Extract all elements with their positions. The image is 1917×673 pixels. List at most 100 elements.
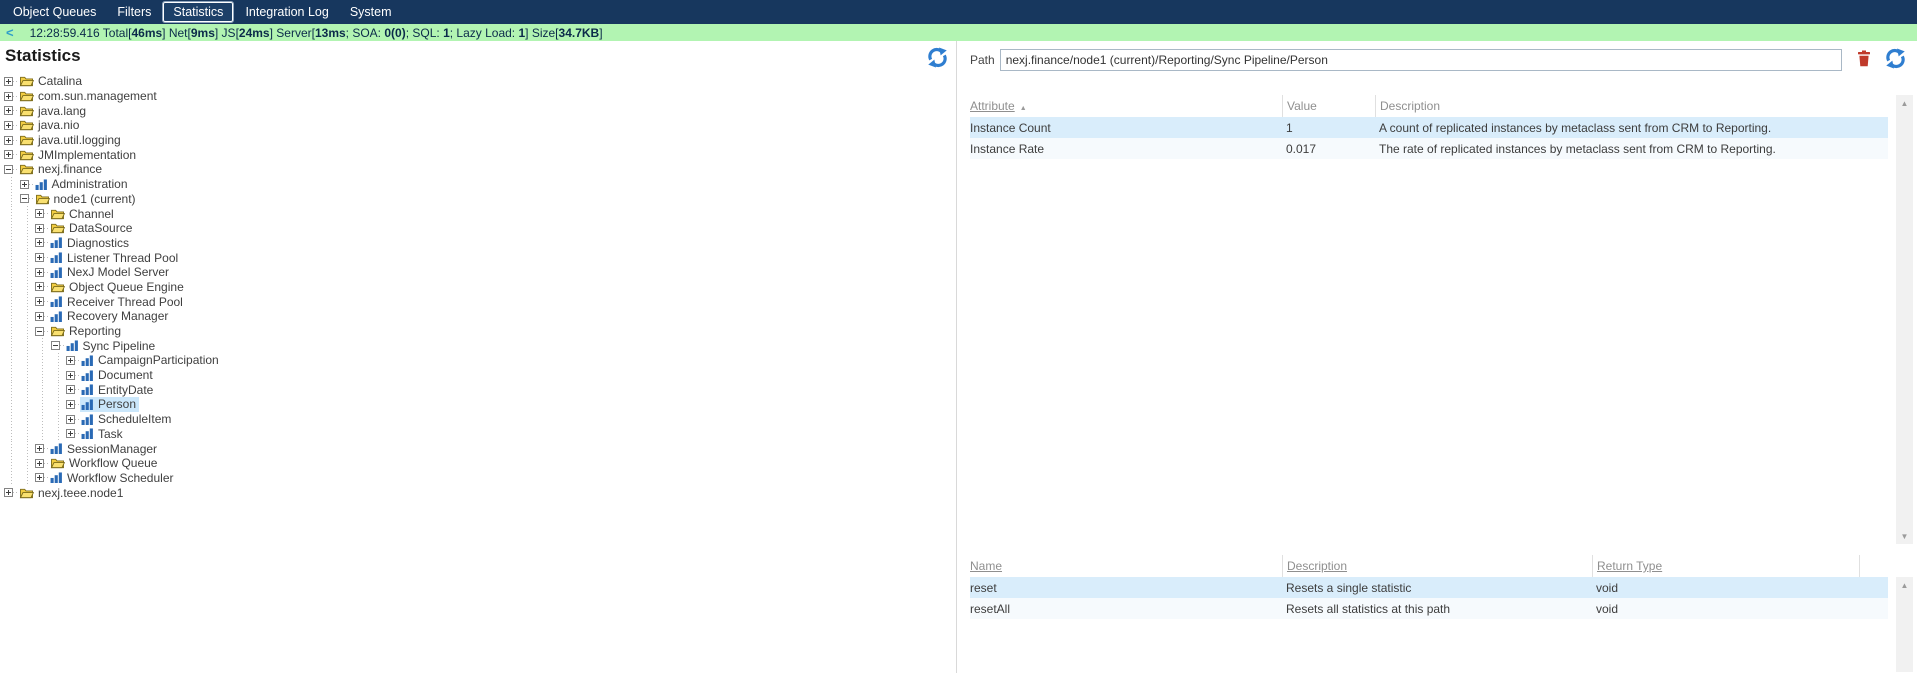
expand-icon[interactable] [35, 224, 44, 233]
expand-icon[interactable] [35, 297, 44, 306]
tree-node-content[interactable]: SessionManager [49, 441, 160, 456]
tree-node-content[interactable]: com.sun.management [18, 89, 160, 104]
tree-node-com-sun-management[interactable]: com.sun.management [0, 89, 956, 104]
tree-node-content[interactable]: Listener Thread Pool [49, 250, 181, 265]
collapse-icon[interactable] [20, 194, 29, 203]
detail-refresh-button[interactable] [1885, 48, 1906, 72]
tree-node-content[interactable]: NexJ Model Server [49, 265, 172, 280]
column-header-value[interactable]: Value [1282, 95, 1375, 117]
tree-node-content[interactable]: Document [80, 368, 156, 383]
column-header-name[interactable]: Name [970, 559, 1282, 573]
tree-node-content[interactable]: Reporting [49, 324, 124, 339]
tree-node-content[interactable]: Workflow Queue [49, 456, 160, 471]
tree-node-recovery-manager[interactable]: Recovery Manager [0, 309, 956, 324]
expand-icon[interactable] [4, 106, 13, 115]
attributes-scrollbar[interactable]: ▲ ▼ [1896, 95, 1913, 544]
column-header-return-type[interactable]: Return Type [1592, 555, 1859, 577]
tree-node-document[interactable]: Document [0, 368, 956, 383]
collapse-icon[interactable] [51, 341, 60, 350]
tree-node-java-util-logging[interactable]: java.util.logging [0, 133, 956, 148]
tree-node-sessionmanager[interactable]: SessionManager [0, 441, 956, 456]
tree-node-content[interactable]: Person [80, 397, 139, 412]
tree-node-diagnostics[interactable]: Diagnostics [0, 236, 956, 251]
column-header-description[interactable]: Description [1375, 95, 1888, 117]
tree-node-content[interactable]: node1 (current) [34, 192, 139, 207]
expand-icon[interactable] [66, 371, 75, 380]
tree-node-content[interactable]: Task [80, 427, 126, 442]
tree-node-content[interactable]: Channel [49, 206, 117, 221]
tree-node-java-nio[interactable]: java.nio [0, 118, 956, 133]
expand-icon[interactable] [66, 429, 75, 438]
operations-scrollbar[interactable]: ▲ [1896, 577, 1913, 672]
menu-item-integration-log[interactable]: Integration Log [236, 3, 337, 21]
tree-node-content[interactable]: Diagnostics [49, 236, 132, 251]
tree-node-reporting[interactable]: Reporting [0, 324, 956, 339]
tree-node-campaignparticipation[interactable]: CampaignParticipation [0, 353, 956, 368]
expand-icon[interactable] [66, 400, 75, 409]
scroll-up-icon[interactable]: ▲ [1896, 95, 1913, 111]
collapse-icon[interactable] [35, 327, 44, 336]
tree-node-content[interactable]: Object Queue Engine [49, 280, 187, 295]
table-row-instance-count[interactable]: Instance Count1A count of replicated ins… [970, 117, 1888, 138]
tree-node-content[interactable]: Catalina [18, 74, 85, 89]
expand-icon[interactable] [4, 488, 13, 497]
tree-node-content[interactable]: java.nio [18, 118, 82, 133]
tree-node-channel[interactable]: Channel [0, 206, 956, 221]
expand-icon[interactable] [4, 136, 13, 145]
tree-node-java-lang[interactable]: java.lang [0, 103, 956, 118]
table-row-reset[interactable]: resetResets a single statisticvoid [970, 577, 1888, 598]
collapse-icon[interactable] [4, 165, 13, 174]
tree-node-node1-current[interactable]: node1 (current) [0, 192, 956, 207]
expand-icon[interactable] [35, 473, 44, 482]
expand-icon[interactable] [35, 459, 44, 468]
scroll-down-icon[interactable]: ▼ [1896, 528, 1913, 544]
tree-node-object-queue-engine[interactable]: Object Queue Engine [0, 280, 956, 295]
table-row-instance-rate[interactable]: Instance Rate0.017The rate of replicated… [970, 138, 1888, 159]
tree-node-content[interactable]: Workflow Scheduler [49, 471, 177, 486]
tree-node-jmimplementation[interactable]: JMImplementation [0, 147, 956, 162]
tree-node-nexj-finance[interactable]: nexj.finance [0, 162, 956, 177]
expand-icon[interactable] [35, 209, 44, 218]
expand-icon[interactable] [35, 253, 44, 262]
expand-icon[interactable] [66, 415, 75, 424]
tree-node-content[interactable]: JMImplementation [18, 147, 139, 162]
menu-item-filters[interactable]: Filters [108, 3, 160, 21]
tree-node-content[interactable]: Sync Pipeline [65, 338, 159, 353]
tree-node-task[interactable]: Task [0, 427, 956, 442]
expand-icon[interactable] [4, 121, 13, 130]
tree-node-content[interactable]: EntityDate [80, 382, 156, 397]
expand-icon[interactable] [4, 150, 13, 159]
expand-icon[interactable] [4, 92, 13, 101]
expand-icon[interactable] [35, 238, 44, 247]
menu-item-object-queues[interactable]: Object Queues [4, 3, 105, 21]
expand-icon[interactable] [20, 180, 29, 189]
tree-node-entitydate[interactable]: EntityDate [0, 382, 956, 397]
tree-node-content[interactable]: DataSource [49, 221, 135, 236]
tree-node-content[interactable]: Recovery Manager [49, 309, 171, 324]
tree-node-workflow-queue[interactable]: Workflow Queue [0, 456, 956, 471]
expand-icon[interactable] [35, 282, 44, 291]
expand-icon[interactable] [35, 268, 44, 277]
expand-icon[interactable] [66, 385, 75, 394]
tree-node-content[interactable]: ScheduleItem [80, 412, 174, 427]
tree-node-catalina[interactable]: Catalina [0, 74, 956, 89]
back-arrow-icon[interactable]: < [6, 26, 14, 39]
tree-node-content[interactable]: java.util.logging [18, 133, 124, 148]
tree-node-scheduleitem[interactable]: ScheduleItem [0, 412, 956, 427]
tree-node-person[interactable]: Person [0, 397, 956, 412]
tree-node-listener-thread-pool[interactable]: Listener Thread Pool [0, 250, 956, 265]
tree-node-datasource[interactable]: DataSource [0, 221, 956, 236]
table-row-resetall[interactable]: resetAllResets all statistics at this pa… [970, 598, 1888, 619]
column-header-attribute[interactable]: Attribute▲ [970, 99, 1282, 113]
menu-item-system[interactable]: System [341, 3, 401, 21]
tree-refresh-button[interactable] [927, 47, 948, 71]
tree-node-content[interactable]: nexj.finance [18, 162, 105, 177]
scroll-up-icon[interactable]: ▲ [1896, 577, 1913, 593]
expand-icon[interactable] [4, 77, 13, 86]
tree-node-nexj-model-server[interactable]: NexJ Model Server [0, 265, 956, 280]
path-input[interactable] [1000, 49, 1842, 71]
tree-node-receiver-thread-pool[interactable]: Receiver Thread Pool [0, 294, 956, 309]
tree-node-content[interactable]: Administration [34, 177, 131, 192]
tree-node-workflow-scheduler[interactable]: Workflow Scheduler [0, 471, 956, 486]
expand-icon[interactable] [35, 444, 44, 453]
